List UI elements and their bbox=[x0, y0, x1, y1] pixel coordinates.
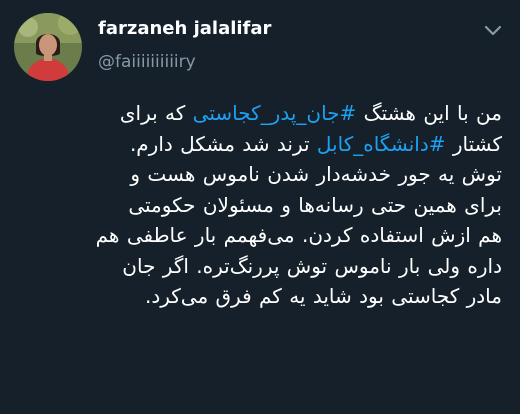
text-segment: کشتار bbox=[445, 131, 502, 156]
tweet-line: هم ازش استفاده کردن. می‌فهمم بار عاطفی ه… bbox=[95, 223, 502, 247]
user-handle[interactable]: @faiiiiiiiiiiry bbox=[98, 52, 196, 72]
tweet-card: farzaneh jalalifar @faiiiiiiiiiiry من با… bbox=[0, 0, 520, 414]
display-name[interactable]: farzaneh jalalifar bbox=[98, 18, 271, 39]
hashtag-link[interactable]: #دانشگاه_کابل bbox=[317, 132, 446, 156]
user-avatar-photo-icon bbox=[14, 13, 82, 81]
hashtag-link[interactable]: #جان_پدر_کجاستی bbox=[193, 101, 357, 125]
text-segment: ترند شد مشکل دارم. bbox=[129, 131, 317, 156]
tweet-line: من با این هشتگ #جان_پدر_کجاستی که برای bbox=[60, 98, 502, 129]
avatar[interactable] bbox=[14, 13, 82, 81]
chevron-down-icon[interactable] bbox=[482, 22, 504, 38]
tweet-line: کشتار #دانشگاه_کابل ترند شد مشکل دارم. bbox=[60, 129, 502, 160]
tweet-text: من با این هشتگ #جان_پدر_کجاستی که برای ک… bbox=[60, 98, 502, 312]
tweet-line: داره ولی بار ناموس توش پررنگ‌تره. اگر جا… bbox=[122, 253, 502, 278]
tweet-line: توش یه جور خدشه‌دار شدن ناموس هست و bbox=[130, 162, 502, 186]
text-segment: که برای bbox=[119, 101, 193, 125]
text-segment: من با این هشتگ bbox=[356, 101, 502, 125]
tweet-line: برای همین حتی رسانه‌ها و مسئولان حکومتی bbox=[128, 192, 502, 217]
tweet-line: مادر کجاستی بود شاید یه کم فرق می‌کرد. bbox=[144, 284, 502, 308]
